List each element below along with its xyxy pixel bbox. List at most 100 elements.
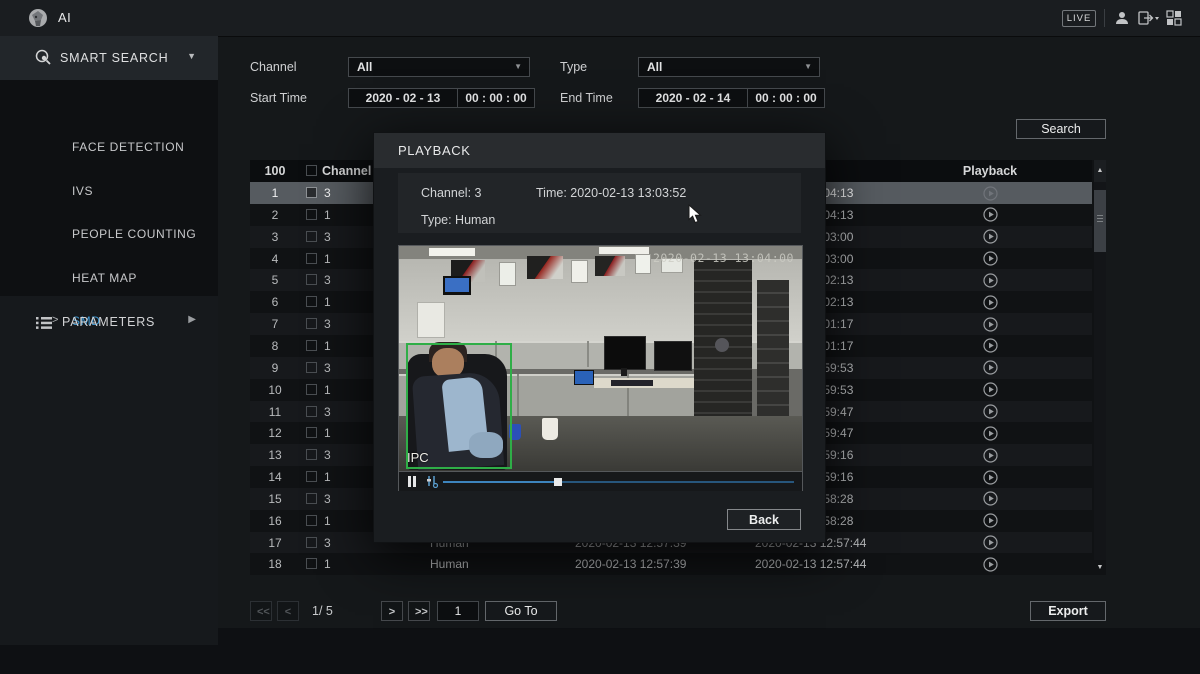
play-button[interactable] (983, 186, 998, 201)
sidebar-item-parameters[interactable]: PARAMETERS ▶ (0, 300, 218, 344)
play-button[interactable] (983, 535, 998, 550)
start-time-input[interactable]: 2020 - 02 - 13 00 : 00 : 00 (348, 88, 535, 108)
play-button[interactable] (983, 317, 998, 332)
play-button[interactable] (983, 273, 998, 288)
row-checkbox[interactable] (306, 449, 317, 460)
first-page-button[interactable]: << (250, 601, 272, 621)
smart-search-submenu: >FACE DETECTION >IVS >PEOPLE COUNTING >HEAT… (0, 80, 218, 296)
ai-logo-icon (27, 7, 49, 29)
page-number-input[interactable] (437, 601, 479, 621)
video-timestamp: 2020-02-13 13:04:00 (653, 251, 794, 265)
play-button[interactable] (983, 207, 998, 222)
play-button[interactable] (983, 295, 998, 310)
sidebar-item-people-counting[interactable]: >PEOPLE COUNTING (0, 223, 218, 245)
playback-column-header: Playback (950, 164, 1030, 178)
play-button[interactable] (983, 404, 998, 419)
type-select-value: All (647, 60, 662, 74)
seek-bar[interactable] (443, 481, 794, 483)
end-date-value: 2020 - 02 - 14 (639, 91, 747, 105)
sidebar-item-ivs[interactable]: >IVS (0, 180, 218, 202)
chevron-down-icon: ▼ (804, 62, 812, 71)
pause-icon[interactable] (408, 476, 411, 487)
channel-select-value: All (357, 60, 372, 74)
channel-select[interactable]: All ▼ (348, 57, 530, 77)
row-checkbox[interactable] (306, 362, 317, 373)
playback-type-text: Type: Human (421, 213, 495, 227)
live-button[interactable]: LIVE (1062, 10, 1096, 27)
logout-icon[interactable] (1138, 10, 1160, 26)
scrollbar-up-arrow[interactable]: ▲ (1094, 160, 1106, 182)
keyboard (611, 380, 653, 386)
seek-handle[interactable] (554, 478, 562, 486)
desk-monitor (604, 336, 646, 370)
mouse-cursor (688, 204, 702, 224)
row-checkbox[interactable] (306, 296, 317, 307)
row-checkbox[interactable] (306, 209, 317, 220)
white-cup (542, 418, 558, 440)
footer-strip-left (0, 645, 218, 674)
row-checkbox[interactable] (306, 231, 317, 242)
play-button[interactable] (983, 557, 998, 572)
poster (527, 256, 563, 279)
last-page-button[interactable]: >> (408, 601, 430, 621)
select-all-checkbox[interactable] (306, 165, 317, 176)
row-checkbox[interactable] (306, 340, 317, 351)
playback-dialog-titlebar: PLAYBACK (374, 133, 825, 168)
scrollbar-thumb[interactable] (1094, 190, 1106, 252)
smart-search-icon (34, 48, 52, 66)
play-button[interactable] (983, 229, 998, 244)
sidebar-item-smart-search[interactable]: SMART SEARCH ▼ (0, 36, 218, 80)
play-button[interactable] (983, 426, 998, 441)
whiteboard (417, 302, 445, 338)
scrollbar-down-arrow[interactable]: ▼ (1094, 560, 1106, 575)
prev-page-button[interactable]: < (277, 601, 299, 621)
play-button[interactable] (983, 338, 998, 353)
poster (499, 262, 516, 286)
detection-bounding-box (406, 343, 512, 469)
row-checkbox[interactable] (306, 384, 317, 395)
play-button[interactable] (983, 251, 998, 266)
playback-dialog-title: PLAYBACK (398, 143, 470, 158)
video-frame: 2020-02-13 13:04:00 IPC (399, 246, 802, 471)
row-checkbox[interactable] (306, 515, 317, 526)
row-checkbox[interactable] (306, 558, 317, 569)
app-window: AI LIVE SMART SEARCH ▼ >FACE (0, 0, 1200, 674)
row-checkbox[interactable] (306, 493, 317, 504)
user-icon[interactable] (1114, 10, 1130, 26)
back-button[interactable]: Back (727, 509, 801, 530)
tablet-screen (574, 370, 594, 385)
play-button[interactable] (983, 470, 998, 485)
parameters-label: PARAMETERS (62, 315, 155, 329)
play-button[interactable] (983, 360, 998, 375)
export-button[interactable]: Export (1030, 601, 1106, 621)
row-checkbox[interactable] (306, 318, 317, 329)
type-select[interactable]: All ▼ (638, 57, 820, 77)
goto-button[interactable]: Go To (485, 601, 557, 621)
play-button[interactable] (983, 448, 998, 463)
play-button[interactable] (983, 513, 998, 528)
row-checkbox[interactable] (306, 471, 317, 482)
grid-icon[interactable] (1166, 10, 1182, 26)
play-button[interactable] (983, 491, 998, 506)
play-button[interactable] (983, 382, 998, 397)
pause-icon[interactable] (413, 476, 416, 487)
row-checkbox[interactable] (306, 187, 317, 198)
audio-adjust-icon[interactable] (425, 475, 439, 488)
next-page-button[interactable]: > (381, 601, 403, 621)
row-checkbox[interactable] (306, 253, 317, 264)
sidebar-item-heat-map[interactable]: >HEAT MAP (0, 267, 218, 289)
playback-time-text: Time: 2020-02-13 13:03:52 (536, 186, 686, 200)
start-time-label: Start Time (250, 88, 307, 108)
end-time-input[interactable]: 2020 - 02 - 14 00 : 00 : 00 (638, 88, 825, 108)
row-checkbox[interactable] (306, 427, 317, 438)
sidebar-item-face-detection[interactable]: >FACE DETECTION (0, 136, 218, 158)
chevron-down-icon: ▼ (514, 62, 522, 71)
row-checkbox[interactable] (306, 274, 317, 285)
table-row[interactable]: 18 1 Human 2020-02-13 12:57:39 2020-02-1… (250, 553, 1092, 575)
row-checkbox[interactable] (306, 406, 317, 417)
top-bar: AI LIVE (0, 0, 1200, 37)
smart-search-label: SMART SEARCH (60, 51, 168, 65)
search-button[interactable]: Search (1016, 119, 1106, 139)
desk-monitor (654, 341, 692, 371)
row-checkbox[interactable] (306, 537, 317, 548)
